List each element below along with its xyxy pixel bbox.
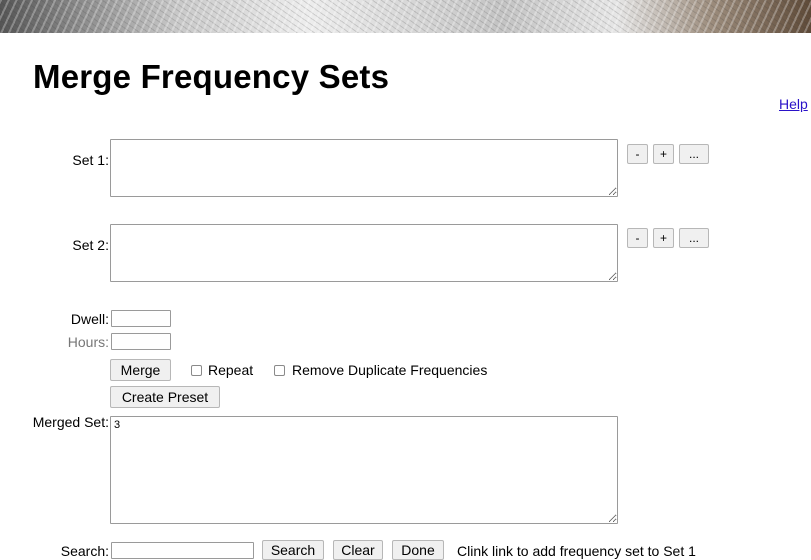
help-link[interactable]: Help: [779, 96, 808, 112]
dwell-label: Dwell:: [70, 311, 109, 327]
create-preset-button[interactable]: Create Preset: [110, 386, 220, 408]
search-label: Search:: [60, 543, 109, 559]
search-button[interactable]: Search: [262, 540, 324, 560]
set1-remove-button[interactable]: -: [627, 144, 648, 164]
merged-set-textarea[interactable]: 3: [110, 416, 618, 524]
set1-browse-button[interactable]: ...: [679, 144, 709, 164]
set1-add-button[interactable]: +: [653, 144, 674, 164]
set2-textarea[interactable]: [110, 224, 618, 282]
search-hint-text: Clink link to add frequency set to Set 1: [457, 543, 696, 559]
merge-button[interactable]: Merge: [110, 359, 171, 381]
set2-label: Set 2:: [72, 237, 109, 253]
set2-browse-button[interactable]: ...: [679, 228, 709, 248]
set2-add-button[interactable]: +: [653, 228, 674, 248]
hours-label: Hours:: [67, 334, 109, 350]
clear-button[interactable]: Clear: [333, 540, 383, 560]
merged-set-label: Merged Set:: [32, 414, 109, 430]
set1-textarea[interactable]: [110, 139, 618, 197]
remove-duplicates-checkbox[interactable]: [274, 365, 285, 376]
page-title: Merge Frequency Sets: [33, 58, 390, 95]
repeat-label: Repeat: [208, 362, 254, 378]
set1-label: Set 1:: [72, 152, 109, 168]
repeat-checkbox[interactable]: [191, 365, 202, 376]
remove-duplicates-label: Remove Duplicate Frequencies: [292, 362, 488, 378]
header-banner-image: [0, 0, 811, 33]
search-input[interactable]: [111, 542, 254, 559]
set2-remove-button[interactable]: -: [627, 228, 648, 248]
dwell-input[interactable]: [111, 310, 171, 327]
hours-input[interactable]: [111, 333, 171, 350]
done-button[interactable]: Done: [392, 540, 444, 560]
